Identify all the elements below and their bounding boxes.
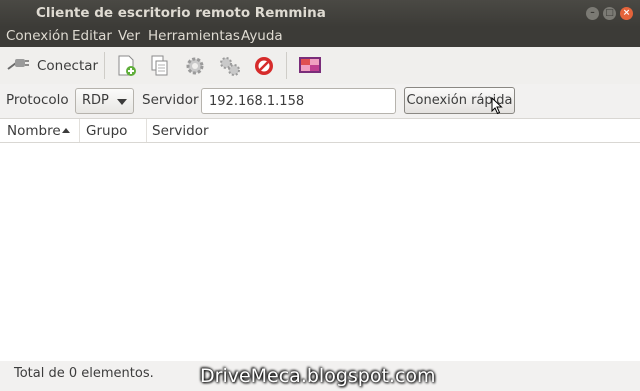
menu-conexion[interactable]: Conexión xyxy=(6,28,69,44)
column-separator[interactable] xyxy=(146,119,147,142)
preferences-icon[interactable] xyxy=(184,53,206,79)
mouse-cursor-icon xyxy=(491,96,503,119)
close-icon[interactable]: × xyxy=(620,7,633,20)
copy-icon[interactable] xyxy=(150,53,170,79)
window-title: Cliente de escritorio remoto Remmina xyxy=(36,5,326,21)
toolbar-separator xyxy=(286,52,287,79)
plugins-icon[interactable] xyxy=(218,53,242,79)
menu-ayuda[interactable]: Ayuda xyxy=(241,28,283,44)
column-header-grupo[interactable]: Grupo xyxy=(86,123,127,139)
column-header-servidor[interactable]: Servidor xyxy=(152,123,209,139)
quick-connect-bar: Protocolo RDP Servidor Conexión rápida xyxy=(0,84,640,118)
sort-ascending-icon xyxy=(62,128,70,133)
connect-label: Conectar xyxy=(37,58,99,74)
protocol-value: RDP xyxy=(82,93,109,108)
status-text: Total de 0 elementos. xyxy=(14,366,154,381)
list-header: Nombre Grupo Servidor xyxy=(0,118,640,143)
menu-herramientas[interactable]: Herramientas xyxy=(148,28,240,44)
protocol-select[interactable]: RDP xyxy=(75,88,134,114)
delete-icon[interactable] xyxy=(253,53,275,79)
plug-icon xyxy=(6,55,30,77)
toolbar: Conectar xyxy=(0,47,640,84)
chevron-down-icon xyxy=(117,99,127,105)
column-label: Nombre xyxy=(7,123,61,139)
menu-bar: Conexión Editar Ver Herramientas Ayuda xyxy=(0,27,640,47)
connection-list[interactable] xyxy=(0,143,640,361)
title-bar[interactable]: Cliente de escritorio remoto Remmina – □… xyxy=(0,0,640,27)
column-separator[interactable] xyxy=(79,119,80,142)
server-input[interactable] xyxy=(201,88,396,114)
remote-desktop-icon[interactable] xyxy=(298,53,322,79)
server-label: Servidor xyxy=(142,92,199,108)
watermark: DriveMeca.blogspot.com xyxy=(200,365,436,387)
toolbar-separator xyxy=(104,52,105,79)
window-controls: – □ × xyxy=(586,7,633,20)
new-connection-icon[interactable] xyxy=(117,53,137,79)
connect-button[interactable]: Conectar xyxy=(6,53,98,79)
menu-editar[interactable]: Editar xyxy=(72,28,112,44)
maximize-icon[interactable]: □ xyxy=(603,7,616,20)
protocol-label: Protocolo xyxy=(6,92,69,108)
minimize-icon[interactable]: – xyxy=(586,7,599,20)
menu-ver[interactable]: Ver xyxy=(118,28,140,44)
